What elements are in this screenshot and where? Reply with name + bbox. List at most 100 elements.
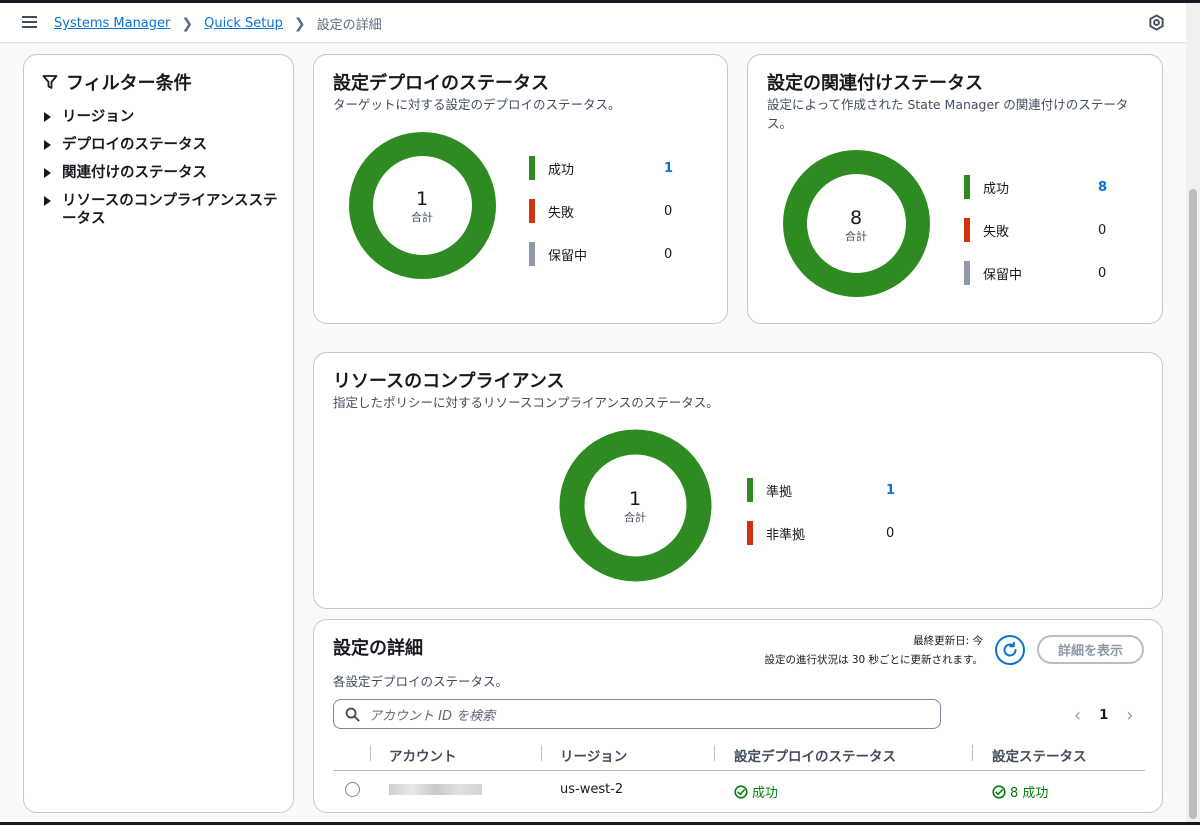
legend-noncompliant: 非準拠 — [747, 521, 805, 545]
legend-swatch-success — [529, 156, 535, 180]
breadcrumb-systems-manager[interactable]: Systems Manager — [54, 16, 170, 31]
legend-swatch-pending — [529, 242, 535, 266]
legend-value-noncompliant: 0 — [886, 526, 895, 541]
chevron-left-icon[interactable]: ‹ — [1074, 705, 1081, 726]
filter-region[interactable]: リージョン — [44, 108, 284, 126]
top-header: Systems Manager ❯ Quick Setup ❯ 設定の詳細 — [0, 3, 1186, 43]
association-total-label: 合計 — [845, 230, 867, 243]
legend-failed: 失敗 — [964, 218, 1009, 242]
filter-title: フィルター条件 — [42, 69, 192, 95]
filter-deploy-status[interactable]: デプロイのステータス — [44, 136, 284, 154]
success-check-icon — [992, 784, 1006, 799]
scrollbar-thumb[interactable] — [1189, 189, 1197, 819]
cell-deploy-status: 成功 — [734, 782, 778, 801]
legend-value-success[interactable]: 1 — [664, 161, 673, 176]
deploy-status-text: 成功 — [752, 786, 779, 801]
page-number[interactable]: 1 — [1099, 708, 1108, 723]
legend-label: 保留中 — [548, 248, 588, 264]
chevron-right-icon: ❯ — [293, 15, 306, 32]
deploy-status-card: 設定デプロイのステータス ターゲットに対する設定のデプロイのステータス。 1 合… — [313, 54, 728, 324]
association-status-card: 設定の関連付けステータス 設定によって作成された State Manager の… — [747, 54, 1163, 324]
legend-value-compliant[interactable]: 1 — [886, 483, 895, 498]
compliance-total: 1 合計 — [605, 489, 665, 525]
column-header-deploy-status[interactable]: 設定デプロイのステータス — [734, 745, 896, 765]
legend-pending: 保留中 — [964, 261, 1022, 285]
account-id-redacted — [389, 784, 482, 795]
filter-compliance-status-label: リソースのコンプライアンスステータス — [62, 193, 278, 227]
caret-right-icon — [44, 140, 51, 150]
deploy-status-title: 設定デプロイのステータス — [333, 73, 549, 94]
filter-list: リージョン デプロイのステータス 関連付けのステータス リソースのコンプライアン… — [44, 108, 284, 238]
legend-label: 失敗 — [983, 224, 1010, 240]
column-divider[interactable] — [370, 745, 371, 761]
column-divider[interactable] — [541, 745, 542, 761]
legend-label: 準拠 — [766, 484, 793, 500]
filter-deploy-status-label: デプロイのステータス — [62, 137, 207, 153]
caret-right-icon — [44, 168, 51, 178]
legend-label: 成功 — [983, 181, 1010, 197]
column-divider[interactable] — [714, 745, 715, 761]
legend-value-success[interactable]: 8 — [1098, 180, 1107, 195]
compliance-title: リソースのコンプライアンス — [333, 371, 565, 392]
legend-label: 失敗 — [548, 205, 575, 221]
filter-association-status[interactable]: 関連付けのステータス — [44, 164, 284, 182]
legend-swatch-compliant — [747, 478, 753, 502]
details-subtitle: 各設定デプロイのステータス。 — [333, 674, 509, 689]
association-status-title: 設定の関連付けステータス — [767, 73, 983, 94]
association-status-subtitle: 設定によって作成された State Manager の関連付けのステータス。 — [767, 97, 1129, 131]
filter-association-status-label: 関連付けのステータス — [62, 165, 207, 181]
chevron-right-icon[interactable]: › — [1126, 705, 1133, 726]
update-note: 設定の進行状況は 30 秒ごとに更新されます。 — [764, 654, 984, 666]
column-header-account[interactable]: アカウント — [389, 745, 457, 765]
filter-panel: フィルター条件 リージョン デプロイのステータス 関連付けのステータス リソース… — [23, 54, 294, 813]
legend-value-pending: 0 — [664, 247, 673, 262]
scrollbar[interactable] — [1186, 3, 1200, 822]
legend-value-pending: 0 — [1098, 266, 1107, 281]
deploy-total-label: 合計 — [411, 211, 433, 224]
breadcrumb-quick-setup[interactable]: Quick Setup — [204, 16, 283, 31]
column-header-config-status[interactable]: 設定ステータス — [992, 745, 1087, 765]
caret-right-icon — [44, 196, 51, 206]
legend-success: 成功 — [964, 175, 1009, 199]
legend-label: 保留中 — [983, 267, 1023, 283]
filter-compliance-status[interactable]: リソースのコンプライアンスステータス — [44, 192, 284, 228]
search-input[interactable]: アカウント ID を検索 — [369, 705, 495, 724]
details-card: 設定の詳細 各設定デプロイのステータス。 最終更新日: 今 設定の進行状況は 3… — [313, 619, 1163, 813]
association-total-value: 8 — [849, 207, 863, 229]
column-header-region[interactable]: リージョン — [560, 745, 627, 765]
legend-label: 成功 — [548, 162, 575, 178]
legend-pending: 保留中 — [529, 242, 587, 266]
cell-region: us-west-2 — [560, 782, 624, 797]
filter-icon — [42, 75, 58, 89]
compliance-card: リソースのコンプライアンス 指定したポリシーに対するリソースコンプライアンスのス… — [313, 352, 1163, 609]
account-search-field[interactable]: アカウント ID を検索 — [333, 699, 941, 729]
legend-swatch-failed — [529, 199, 535, 223]
legend-swatch-pending — [964, 261, 970, 285]
compliance-total-label: 合計 — [624, 511, 646, 524]
notifications-icon[interactable] — [1148, 14, 1165, 31]
menu-icon[interactable] — [22, 16, 37, 28]
row-select-radio[interactable] — [345, 782, 360, 797]
column-divider[interactable] — [972, 745, 973, 761]
legend-swatch-noncompliant — [747, 521, 753, 545]
cell-config-status: 8 成功 — [992, 782, 1048, 801]
filter-region-label: リージョン — [62, 109, 135, 125]
deploy-status-total: 1 合計 — [392, 189, 452, 225]
table-divider — [333, 770, 1145, 771]
filter-title-text: フィルター条件 — [66, 73, 192, 94]
legend-swatch-success — [964, 175, 970, 199]
chevron-right-icon: ❯ — [181, 15, 194, 32]
success-check-icon — [734, 784, 748, 799]
legend-swatch-failed — [964, 218, 970, 242]
association-status-total: 8 合計 — [826, 208, 886, 244]
caret-right-icon — [44, 112, 51, 122]
pagination: ‹ 1 › — [1074, 705, 1133, 726]
refresh-icon — [1003, 641, 1017, 657]
legend-value-failed: 0 — [664, 204, 673, 219]
legend-value-failed: 0 — [1098, 223, 1107, 238]
refresh-button[interactable] — [995, 635, 1025, 665]
config-status-text: 8 成功 — [1010, 786, 1049, 801]
view-details-button[interactable]: 詳細を表示 — [1037, 635, 1144, 664]
deploy-status-subtitle: ターゲットに対する設定のデプロイのステータス。 — [333, 97, 621, 112]
legend-compliant: 準拠 — [747, 478, 792, 502]
